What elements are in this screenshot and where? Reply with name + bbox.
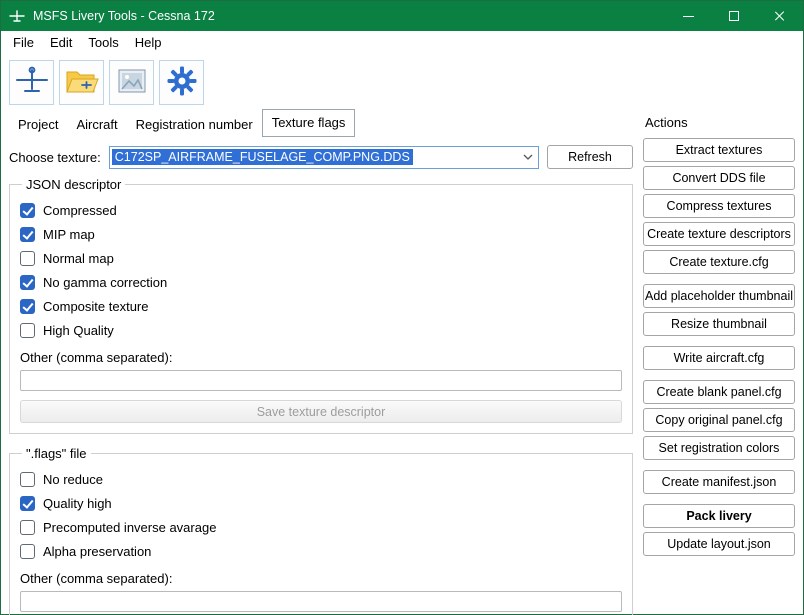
json-descriptor-other-input[interactable] (20, 370, 622, 391)
tab-project[interactable]: Project (9, 113, 67, 137)
checkbox-box (20, 496, 35, 511)
checkbox-quality-high[interactable]: Quality high (20, 496, 622, 511)
main-area: Project Aircraft Registration number Tex… (1, 107, 803, 615)
flags-file-other-input[interactable] (20, 591, 622, 612)
maximize-icon (729, 11, 739, 21)
checkbox-box (20, 227, 35, 242)
set-registration-colors-button[interactable]: Set registration colors (643, 436, 795, 460)
menu-bar: File Edit Tools Help (1, 31, 803, 54)
flags-file-group: ".flags" file No reduce Quality high Pre… (9, 446, 633, 615)
app-airplane-icon (9, 8, 25, 24)
checkbox-box (20, 251, 35, 266)
toolbar-settings-button[interactable] (159, 60, 204, 105)
choose-texture-label: Choose texture: (9, 150, 101, 165)
chevron-down-icon (523, 154, 533, 160)
open-folder-icon (64, 63, 100, 102)
actions-group-manifest: Create manifest.json (643, 470, 795, 494)
actions-title: Actions (645, 115, 795, 130)
checkbox-high-quality[interactable]: High Quality (20, 323, 622, 338)
convert-dds-file-button[interactable]: Convert DDS file (643, 166, 795, 190)
create-manifest-json-button[interactable]: Create manifest.json (643, 470, 795, 494)
texture-combobox-value: C172SP_AIRFRAME_FUSELAGE_COMP.PNG.DDS (112, 149, 413, 165)
actions-group-thumbnail: Add placeholder thumbnail Resize thumbna… (643, 284, 795, 336)
title-bar: MSFS Livery Tools - Cessna 172 (1, 1, 803, 31)
checkbox-mip-map[interactable]: MIP map (20, 227, 622, 242)
minimize-icon (683, 16, 694, 17)
window-controls (665, 1, 803, 31)
checkbox-normal-map[interactable]: Normal map (20, 251, 622, 266)
checkbox-label: No reduce (43, 472, 103, 487)
json-descriptor-group: JSON descriptor Compressed MIP map Norma… (9, 177, 633, 434)
tab-texture-flags[interactable]: Texture flags (262, 109, 356, 137)
create-blank-panel-cfg-button[interactable]: Create blank panel.cfg (643, 380, 795, 404)
menu-file[interactable]: File (5, 32, 42, 53)
checkbox-box (20, 323, 35, 338)
checkbox-box (20, 275, 35, 290)
maximize-button[interactable] (711, 1, 757, 31)
checkbox-label: Composite texture (43, 299, 149, 314)
checkbox-box (20, 203, 35, 218)
menu-tools[interactable]: Tools (80, 32, 126, 53)
actions-group-pack: Pack livery Update layout.json (643, 504, 795, 556)
json-descriptor-title: JSON descriptor (22, 177, 125, 192)
write-aircraft-cfg-button[interactable]: Write aircraft.cfg (643, 346, 795, 370)
refresh-button[interactable]: Refresh (547, 145, 633, 169)
checkbox-no-gamma-correction[interactable]: No gamma correction (20, 275, 622, 290)
checkbox-box (20, 299, 35, 314)
menu-edit[interactable]: Edit (42, 32, 80, 53)
checkbox-no-reduce[interactable]: No reduce (20, 472, 622, 487)
toolbar-open-project-button[interactable] (59, 60, 104, 105)
checkbox-label: No gamma correction (43, 275, 167, 290)
texture-combobox[interactable]: C172SP_AIRFRAME_FUSELAGE_COMP.PNG.DDS (109, 146, 539, 169)
left-panel: Project Aircraft Registration number Tex… (7, 107, 635, 615)
close-icon (774, 10, 786, 22)
checkbox-box (20, 520, 35, 535)
tab-bar: Project Aircraft Registration number Tex… (7, 107, 635, 137)
menu-help[interactable]: Help (127, 32, 170, 53)
window-title: MSFS Livery Tools - Cessna 172 (33, 9, 215, 23)
checkbox-label: Quality high (43, 496, 112, 511)
checkbox-label: Compressed (43, 203, 117, 218)
checkbox-box (20, 544, 35, 559)
checkbox-label: Alpha preservation (43, 544, 151, 559)
actions-group-textures: Extract textures Convert DDS file Compre… (643, 138, 795, 274)
other-label: Other (comma separated): (20, 350, 622, 365)
checkbox-precomputed-inverse-average[interactable]: Precomputed inverse avarage (20, 520, 622, 535)
resize-thumbnail-button[interactable]: Resize thumbnail (643, 312, 795, 336)
checkbox-compressed[interactable]: Compressed (20, 203, 622, 218)
texture-image-icon (114, 63, 150, 102)
checkbox-label: Normal map (43, 251, 114, 266)
checkbox-composite-texture[interactable]: Composite texture (20, 299, 622, 314)
copy-original-panel-cfg-button[interactable]: Copy original panel.cfg (643, 408, 795, 432)
toolbar (1, 54, 803, 107)
checkbox-box (20, 472, 35, 487)
choose-texture-row: Choose texture: C172SP_AIRFRAME_FUSELAGE… (7, 137, 635, 173)
airplane-icon (14, 63, 50, 102)
toolbar-texture-button[interactable] (109, 60, 154, 105)
pack-livery-button[interactable]: Pack livery (643, 504, 795, 528)
actions-group-aircraft: Write aircraft.cfg (643, 346, 795, 370)
add-placeholder-thumbnail-button[interactable]: Add placeholder thumbnail (643, 284, 795, 308)
create-texture-descriptors-button[interactable]: Create texture descriptors (643, 222, 795, 246)
tab-aircraft[interactable]: Aircraft (67, 113, 126, 137)
close-button[interactable] (757, 1, 803, 31)
minimize-button[interactable] (665, 1, 711, 31)
flags-file-title: ".flags" file (22, 446, 91, 461)
actions-panel: Actions Extract textures Convert DDS fil… (635, 107, 797, 615)
checkbox-alpha-preservation[interactable]: Alpha preservation (20, 544, 622, 559)
other-label: Other (comma separated): (20, 571, 622, 586)
actions-group-panel: Create blank panel.cfg Copy original pan… (643, 380, 795, 460)
checkbox-label: Precomputed inverse avarage (43, 520, 216, 535)
save-texture-descriptor-button[interactable]: Save texture descriptor (20, 400, 622, 423)
toolbar-new-project-button[interactable] (9, 60, 54, 105)
checkbox-label: High Quality (43, 323, 114, 338)
gear-icon (164, 63, 200, 102)
create-texture-cfg-button[interactable]: Create texture.cfg (643, 250, 795, 274)
update-layout-json-button[interactable]: Update layout.json (643, 532, 795, 556)
extract-textures-button[interactable]: Extract textures (643, 138, 795, 162)
compress-textures-button[interactable]: Compress textures (643, 194, 795, 218)
checkbox-label: MIP map (43, 227, 95, 242)
tab-registration-number[interactable]: Registration number (127, 113, 262, 137)
